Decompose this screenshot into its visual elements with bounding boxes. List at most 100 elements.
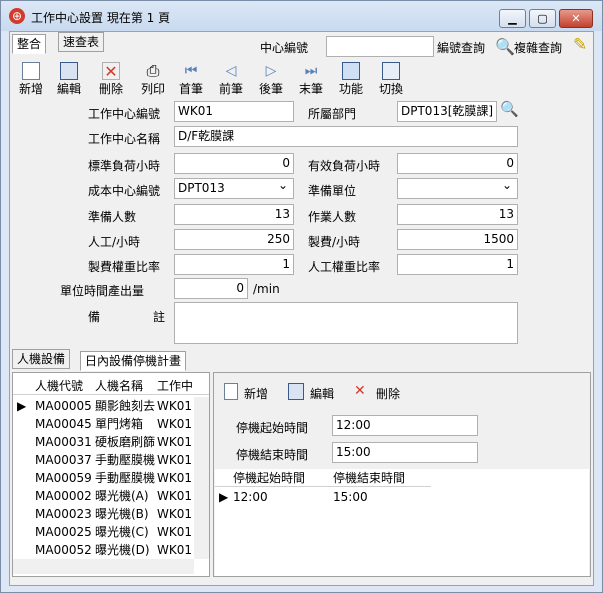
table-row[interactable]: MA00045 單門烤箱 WK01 [13,415,194,433]
unit-output-field[interactable]: 0 [174,278,248,299]
labor-hour-field[interactable]: 250 [174,229,294,250]
stop-grid-row[interactable]: ▶ 12:00 15:00 [215,488,431,506]
prep-unit-label: 準備單位 [308,184,357,198]
stop-start-label: 停機起始時間 [236,421,309,435]
remark-label-1: 備 [88,310,101,324]
prep-people-label: 準備人數 [88,210,137,224]
sub-add-icon[interactable] [224,383,238,400]
work-center-cell: WK01 [157,507,193,521]
toolbar-function-button[interactable]: 功能 [334,62,368,97]
table-row[interactable]: MA00059 手動壓膜機 WK01 [13,469,194,487]
sub-add-button[interactable]: 新增 [244,385,268,402]
work-center-cell: WK01 [157,471,193,485]
window-title: 工作中心設置 現在第 1 頁 [31,11,171,25]
unit-output-unit: /min [253,282,280,296]
unit-output-label: 單位時間產出量 [60,284,145,298]
eff-hours-field[interactable]: 0 [397,153,518,174]
machine-grid-hscroll[interactable] [13,559,194,574]
machine-code-cell: MA00005 [35,399,92,413]
work-people-label: 作業人數 [308,210,357,224]
stop-end-field[interactable]: 15:00 [332,442,478,463]
machine-name-cell: 顯影蝕刻去 [95,399,155,413]
stop-plan-panel: 新增 編輯 ✕ 刪除 停機起始時間 12:00 停機結束時間 15:00 停機起… [213,372,591,577]
toolbar-edit-button[interactable]: 編輯 [52,62,86,97]
stop-start-field[interactable]: 12:00 [332,415,478,436]
work-people-field[interactable]: 13 [397,204,518,225]
dept-lookup-icon[interactable]: 🔍 [500,100,519,118]
table-row[interactable]: MA00037 手動壓膜機 WK01 [13,451,194,469]
header-machine-name[interactable]: 人機名稱 [95,377,155,395]
tab-machine-equipment[interactable]: 人機設備 [12,349,71,369]
table-row[interactable]: ▶ MA00005 顯影蝕刻去 WK01 [13,397,194,415]
edit-icon [60,62,78,80]
sub-edit-button[interactable]: 編輯 [310,385,334,402]
complex-query-button[interactable]: 複雜查詢 [514,39,562,56]
number-query-button[interactable]: 編號查詢 [437,39,485,56]
table-row[interactable]: MA00025 曝光機(C) WK01 [13,523,194,541]
titlebar: ⊕ 工作中心設置 現在第 1 頁 ▁ ▢ ✕ [1,1,602,31]
remark-field[interactable] [174,302,518,344]
toolbar-print-button[interactable]: ⎙ 列印 [136,62,170,97]
center-no-field[interactable]: WK01 [174,101,294,122]
mfg-hour-field[interactable]: 1500 [397,229,518,250]
dept-field[interactable]: DPT013[乾膜課] [397,101,497,122]
toolbar-next-button[interactable]: ▷ 後筆 [254,62,288,97]
machine-name-cell: 曝光機(A) [95,489,149,503]
table-row[interactable]: MA00031 硬板磨刷篩 WK01 [13,433,194,451]
dept-label: 所屬部門 [308,107,357,121]
tab-integrated[interactable]: 整合 [12,34,47,54]
function-icon [342,62,360,80]
machine-code-cell: MA00031 [35,435,92,449]
print-icon: ⎙ [146,61,160,80]
toolbar-new-button[interactable]: 新增 [14,62,48,97]
advanced-search-icon[interactable]: ✎ [573,35,587,55]
stop-grid-header: 停機起始時間 停機結束時間 [215,469,431,487]
std-hours-field[interactable]: 0 [174,153,294,174]
work-center-cell: WK01 [157,435,193,449]
toolbar-first-button[interactable]: ⏮ 首筆 [174,62,208,97]
table-row[interactable]: MA00023 曝光機(B) WK01 [13,505,194,523]
machine-grid-vscroll[interactable] [194,397,209,559]
header-stop-end[interactable]: 停機結束時間 [333,469,433,487]
tab-quick-lookup[interactable]: 速查表 [58,32,105,52]
center-name-field[interactable]: D/F乾膜課 [174,126,518,147]
sub-delete-button[interactable]: 刪除 [376,385,400,402]
toolbar-prev-button[interactable]: ◁ 前筆 [214,62,248,97]
machine-name-cell: 曝光機(B) [95,507,149,521]
sub-delete-icon[interactable]: ✕ [354,383,366,399]
search-icon[interactable]: 🔍 [495,37,515,56]
work-center-cell: WK01 [157,417,193,431]
toolbar-delete-button[interactable]: ✕ 刪除 [94,62,128,97]
close-button[interactable]: ✕ [559,9,593,28]
machine-name-cell: 硬板磨刷篩 [95,435,155,449]
prep-unit-select[interactable] [397,178,518,199]
prev-icon: ◁ [225,63,237,79]
work-center-cell: WK01 [157,453,193,467]
switch-icon [382,62,400,80]
table-row[interactable]: MA00002 曝光機(A) WK01 [13,487,194,505]
toolbar-switch-button[interactable]: 切換 [374,62,408,97]
toolbar-last-button[interactable]: ⏭ 末筆 [294,62,328,97]
first-icon: ⏮ [184,63,198,79]
center-name-label: 工作中心名稱 [88,132,161,146]
sub-edit-icon[interactable] [288,383,304,400]
mfg-weight-field[interactable]: 1 [174,254,294,275]
cost-center-select[interactable]: DPT013 [174,178,294,199]
table-row[interactable]: MA00052 曝光機(D) WK01 [13,541,194,559]
prep-people-field[interactable]: 13 [174,204,294,225]
machine-code-cell: MA00045 [35,417,92,431]
work-center-cell: WK01 [157,525,193,539]
maximize-button[interactable]: ▢ [529,9,556,28]
new-icon [22,62,40,80]
remark-label-2: 註 [153,310,166,324]
header-work-center[interactable]: 工作中 [157,377,193,395]
center-search-input[interactable] [326,36,434,57]
minimize-button[interactable]: ▁ [499,9,526,28]
machine-code-cell: MA00002 [35,489,92,503]
header-machine-code[interactable]: 人機代號 [35,377,93,395]
header-stop-start[interactable]: 停機起始時間 [233,469,333,487]
work-center-cell: WK01 [157,489,193,503]
main-content: 整合 速查表 中心編號 編號查詢 🔍 複雜查詢 ✎ 新增 編輯 ✕ 刪除 ⎙ 列印 … [9,31,594,586]
tab-daily-stop-plan[interactable]: 日內設備停機計畫 [80,351,187,371]
labor-weight-field[interactable]: 1 [397,254,518,275]
